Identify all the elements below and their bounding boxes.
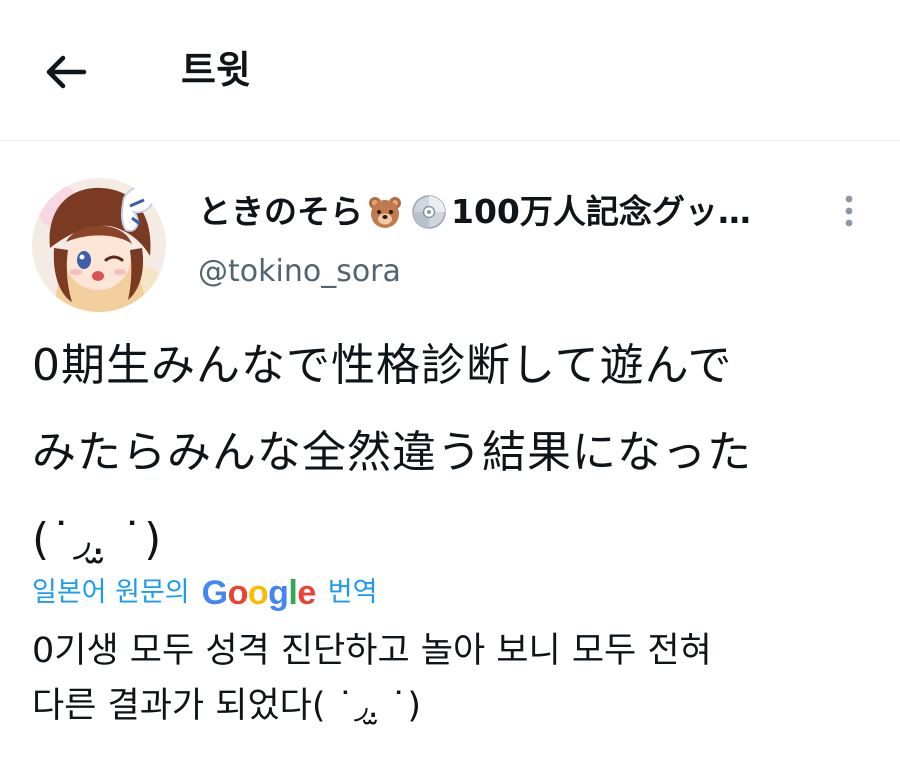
bear-face-icon — [366, 193, 404, 231]
user-handle[interactable]: @tokino_sora — [198, 252, 401, 292]
display-name[interactable]: ときのそら 100万人記念グッ… — [198, 190, 818, 234]
google-logo: Google — [201, 573, 317, 612]
translate-link[interactable]: 일본어 원문의 Google 번역 — [32, 572, 377, 614]
translate-suffix: 번역 — [327, 577, 378, 608]
optical-disc-icon — [410, 193, 448, 231]
avatar[interactable] — [32, 178, 166, 312]
back-button[interactable] — [40, 46, 92, 98]
page-title: 트윗 — [181, 48, 251, 92]
display-name-suffix: 100万人記念グッ… — [451, 192, 751, 231]
more-options-button[interactable] — [826, 188, 872, 234]
more-vertical-icon — [845, 195, 853, 227]
arrow-left-icon — [46, 55, 87, 89]
translate-prefix: 일본어 원문의 — [32, 577, 190, 608]
top-bar: 트윗 — [0, 0, 900, 141]
tweet-text: 0期生みんなで性格診断して遊んで みたらみんな全然違う結果になった (˙◞.̫ … — [32, 340, 752, 565]
display-name-prefix: ときのそら — [198, 192, 363, 231]
translated-text: 0기생 모두 성격 진단하고 놀아 보니 모두 전혀 다른 결과가 되었다( ˙… — [32, 631, 712, 726]
